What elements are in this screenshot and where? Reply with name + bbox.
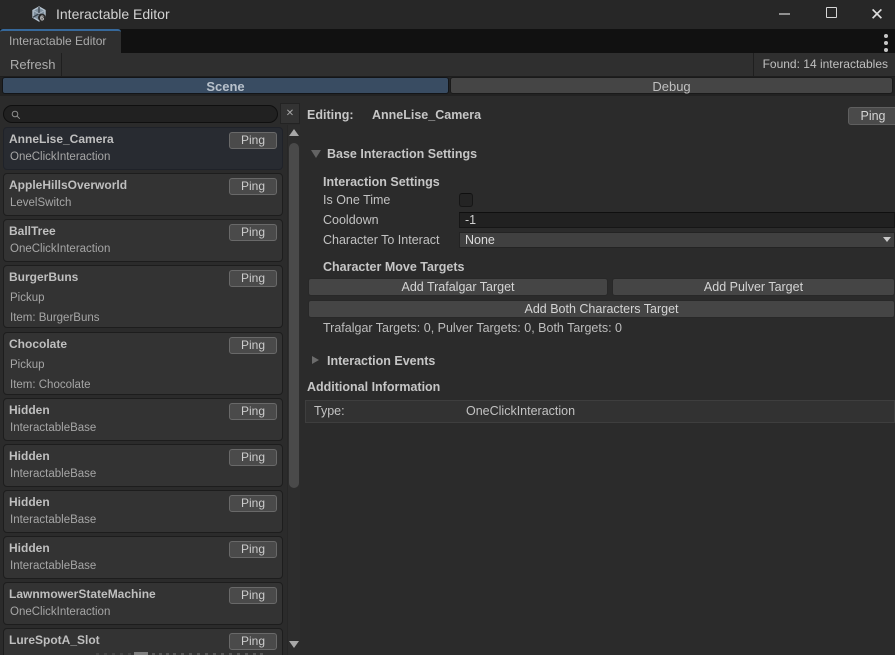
svg-text:6: 6 xyxy=(40,13,44,22)
